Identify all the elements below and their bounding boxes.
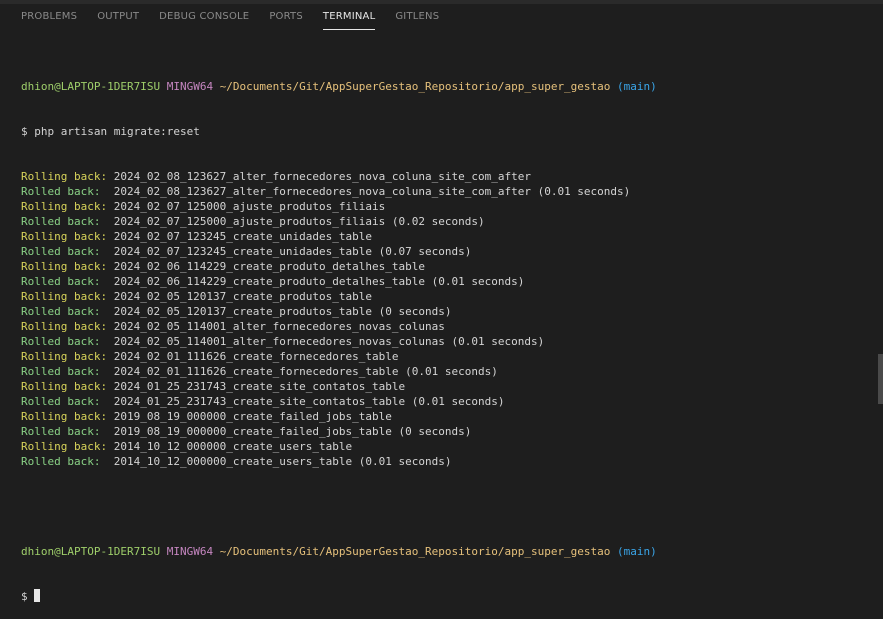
output-line: Rolling back: 2014_10_12_000000_create_u…: [21, 439, 861, 454]
output-migration-text: 2024_02_05_120137_create_produtos_table: [107, 290, 372, 303]
output-migration-text: 2024_02_07_125000_ajuste_produtos_filiai…: [107, 200, 386, 213]
output-status-label: Rolling back:: [21, 290, 108, 303]
output-migration-text: 2024_02_05_114001_alter_fornecedores_nov…: [107, 320, 445, 333]
prompt-path-2: ~/Documents/Git/AppSuperGestao_Repositor…: [219, 545, 611, 558]
output-migration-text: 2024_01_25_231743_create_site_contatos_t…: [100, 395, 505, 408]
command-line: $ php artisan migrate:reset: [21, 124, 861, 139]
terminal-cursor: [34, 589, 41, 602]
command-text: php artisan migrate:reset: [34, 125, 200, 138]
terminal-output[interactable]: dhion@LAPTOP-1DER7ISU MINGW64 ~/Document…: [21, 49, 861, 619]
output-line: Rolled back: 2024_02_05_120137_create_pr…: [21, 304, 861, 319]
prompt-branch: (main): [617, 80, 657, 93]
prompt-user-2: dhion@LAPTOP-1DER7ISU: [21, 545, 161, 558]
output-line: Rolling back: 2024_02_06_114229_create_p…: [21, 259, 861, 274]
output-migration-text: 2019_08_19_000000_create_failed_jobs_tab…: [100, 425, 472, 438]
output-status-label: Rolling back:: [21, 200, 108, 213]
panel-tab-bar: PROBLEMS OUTPUT DEBUG CONSOLE PORTS TERM…: [0, 4, 883, 30]
output-line: Rolling back: 2024_02_07_123245_create_u…: [21, 229, 861, 244]
output-status-label: Rolled back:: [21, 275, 101, 288]
prompt-path: ~/Documents/Git/AppSuperGestao_Repositor…: [219, 80, 611, 93]
output-line: Rolling back: 2019_08_19_000000_create_f…: [21, 409, 861, 424]
output-status-label: Rolling back:: [21, 380, 108, 393]
output-migration-text: 2024_02_05_114001_alter_fornecedores_nov…: [100, 335, 545, 348]
output-migration-text: 2024_02_01_111626_create_fornecedores_ta…: [100, 365, 498, 378]
output-line: Rolled back: 2024_02_05_114001_alter_for…: [21, 334, 861, 349]
input-line[interactable]: $: [21, 589, 861, 604]
prompt-symbol-2: $: [21, 590, 28, 603]
output-migration-text: 2024_02_07_125000_ajuste_produtos_filiai…: [100, 215, 485, 228]
output-migration-text: 2024_01_25_231743_create_site_contatos_t…: [107, 380, 406, 393]
output-status-label: Rolled back:: [21, 425, 101, 438]
output-line: Rolled back: 2014_10_12_000000_create_us…: [21, 454, 861, 469]
output-status-label: Rolled back:: [21, 455, 101, 468]
prompt-user: dhion@LAPTOP-1DER7ISU: [21, 80, 161, 93]
output-migration-text: 2024_02_08_123627_alter_fornecedores_nov…: [107, 170, 531, 183]
prompt-env-2: MINGW64: [166, 545, 214, 558]
output-status-label: Rolled back:: [21, 215, 101, 228]
output-status-label: Rolled back:: [21, 245, 101, 258]
prompt-symbol: $: [21, 125, 28, 138]
output-status-label: Rolling back:: [21, 440, 108, 453]
output-status-label: Rolling back:: [21, 170, 108, 183]
tab-debug-console[interactable]: DEBUG CONSOLE: [149, 4, 259, 30]
tab-gitlens[interactable]: GITLENS: [385, 4, 449, 30]
output-status-label: Rolled back:: [21, 365, 101, 378]
prompt-branch-2: (main): [617, 545, 657, 558]
output-migration-text: 2024_02_08_123627_alter_fornecedores_nov…: [100, 185, 631, 198]
output-line: Rolled back: 2024_02_07_125000_ajuste_pr…: [21, 214, 861, 229]
output-migration-text: 2024_02_01_111626_create_fornecedores_ta…: [107, 350, 399, 363]
output-line: Rolled back: 2024_02_01_111626_create_fo…: [21, 364, 861, 379]
output-line: Rolling back: 2024_02_01_111626_create_f…: [21, 349, 861, 364]
output-status-label: Rolling back:: [21, 320, 108, 333]
tab-problems[interactable]: PROBLEMS: [0, 4, 87, 30]
output-status-label: Rolled back:: [21, 185, 101, 198]
output-line: Rolling back: 2024_02_05_114001_alter_fo…: [21, 319, 861, 334]
output-line: Rolled back: 2024_02_07_123245_create_un…: [21, 244, 861, 259]
tab-output[interactable]: OUTPUT: [87, 4, 149, 30]
output-line: Rolling back: 2024_01_25_231743_create_s…: [21, 379, 861, 394]
prompt-line-2: dhion@LAPTOP-1DER7ISU MINGW64 ~/Document…: [21, 544, 861, 559]
output-status-label: Rolled back:: [21, 395, 101, 408]
output-line: Rolled back: 2019_08_19_000000_create_fa…: [21, 424, 861, 439]
output-status-label: Rolling back:: [21, 410, 108, 423]
output-line: Rolled back: 2024_02_08_123627_alter_for…: [21, 184, 861, 199]
output-line: Rolled back: 2024_01_25_231743_create_si…: [21, 394, 861, 409]
output-migration-text: 2024_02_07_123245_create_unidades_table: [107, 230, 372, 243]
tab-ports[interactable]: PORTS: [259, 4, 313, 30]
output-migration-text: 2024_02_05_120137_create_produtos_table …: [100, 305, 452, 318]
output-line: Rolling back: 2024_02_08_123627_alter_fo…: [21, 169, 861, 184]
output-status-label: Rolling back:: [21, 260, 108, 273]
migration-output: Rolling back: 2024_02_08_123627_alter_fo…: [21, 169, 861, 469]
tab-terminal[interactable]: TERMINAL: [313, 4, 385, 30]
output-migration-text: 2024_02_06_114229_create_produto_detalhe…: [100, 275, 525, 288]
output-status-label: Rolling back:: [21, 230, 108, 243]
output-migration-text: 2019_08_19_000000_create_failed_jobs_tab…: [107, 410, 392, 423]
output-line: Rolling back: 2024_02_05_120137_create_p…: [21, 289, 861, 304]
output-migration-text: 2024_02_06_114229_create_produto_detalhe…: [107, 260, 425, 273]
output-line: Rolled back: 2024_02_06_114229_create_pr…: [21, 274, 861, 289]
prompt-line: dhion@LAPTOP-1DER7ISU MINGW64 ~/Document…: [21, 79, 861, 94]
output-migration-text: 2014_10_12_000000_create_users_table (0.…: [100, 455, 452, 468]
output-migration-text: 2014_10_12_000000_create_users_table: [107, 440, 353, 453]
output-status-label: Rolled back:: [21, 335, 101, 348]
prompt-env: MINGW64: [166, 80, 214, 93]
output-status-label: Rolling back:: [21, 350, 108, 363]
output-migration-text: 2024_02_07_123245_create_unidades_table …: [100, 245, 472, 258]
output-line: Rolling back: 2024_02_07_125000_ajuste_p…: [21, 199, 861, 214]
output-status-label: Rolled back:: [21, 305, 101, 318]
terminal-scrollbar[interactable]: [878, 354, 883, 404]
